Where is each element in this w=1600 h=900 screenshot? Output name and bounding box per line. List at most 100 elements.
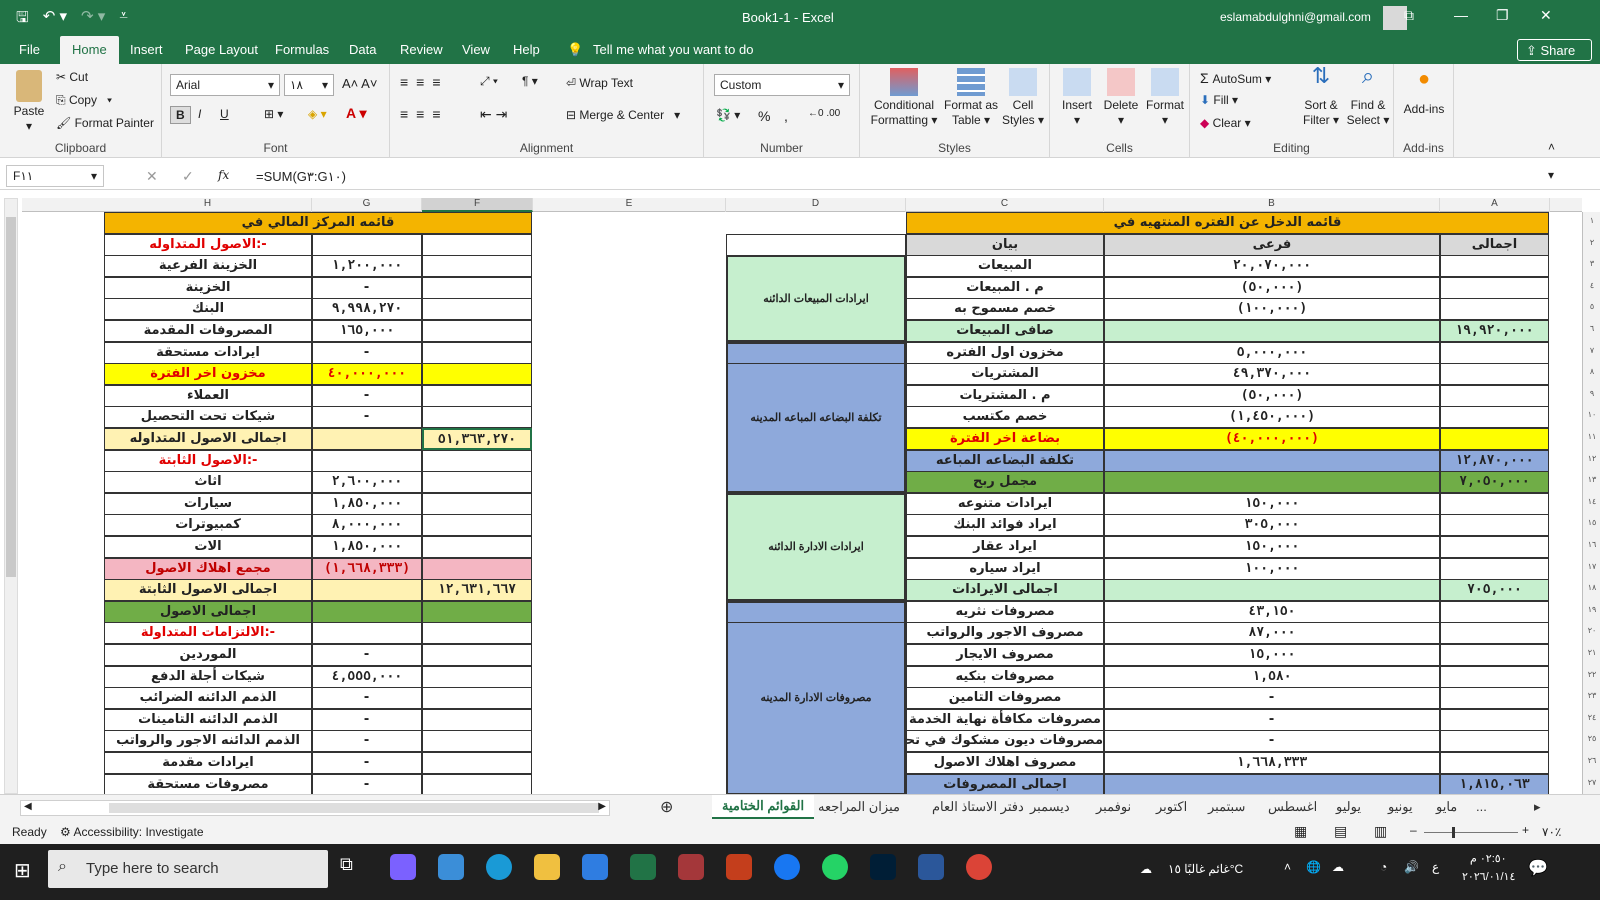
column-header-h[interactable]: H: [104, 198, 312, 212]
empty-cell[interactable]: [726, 600, 906, 623]
balance-item-label[interactable]: اجمالى الاصول: [104, 600, 312, 623]
income-item-total[interactable]: [1440, 752, 1549, 774]
balance-item-label[interactable]: اجمالى الاصول الثابتة: [104, 579, 312, 602]
income-item-label[interactable]: ايرادات متنوعه: [906, 492, 1104, 515]
excel-icon[interactable]: [630, 854, 656, 880]
income-item-sub-value[interactable]: (٥٠,٠٠٠): [1104, 276, 1440, 299]
sheet-tab[interactable]: سبتمبر: [1208, 799, 1245, 815]
wifi-icon[interactable]: ◔: [1380, 860, 1387, 874]
tab-help[interactable]: Help: [513, 42, 540, 57]
balance-item-label[interactable]: -:الالتزامات المتداولة: [104, 622, 312, 645]
income-item-total[interactable]: [1440, 644, 1549, 666]
row-header[interactable]: ١١: [1583, 432, 1600, 441]
balance-item-label[interactable]: ايرادات مقدمة: [104, 752, 312, 774]
balance-item-sub-value[interactable]: ١,٨٥٠,٠٠٠: [312, 492, 422, 515]
sort-filter-button[interactable]: ⇅ Sort & Filter ▾: [1298, 65, 1344, 128]
balance-item-label[interactable]: البنك: [104, 298, 312, 321]
balance-item-label[interactable]: مخزون اخر الفترة: [104, 363, 312, 386]
sheet-tab[interactable]: ديسمبر: [1030, 799, 1070, 815]
income-item-sub-value[interactable]: -: [1104, 687, 1440, 710]
normal-view-icon[interactable]: ▦: [1294, 823, 1307, 840]
ribbon-display-icon[interactable]: ⧉: [1404, 7, 1414, 24]
indent-icons[interactable]: ⇤ ⇥: [480, 106, 507, 123]
balance-item-total[interactable]: [422, 644, 532, 666]
income-item-sub-value[interactable]: (١٠٠,٠٠٠): [1104, 298, 1440, 321]
income-item-total[interactable]: [1440, 600, 1549, 623]
customize-qat-icon[interactable]: ⩡: [119, 7, 127, 32]
balance-item-label[interactable]: مجمع اهلاك الاصول: [104, 557, 312, 580]
network-icon[interactable]: 🌐: [1306, 860, 1321, 874]
empty-cell[interactable]: [726, 341, 906, 364]
income-item-sub-value[interactable]: ١٥٠,٠٠٠: [1104, 492, 1440, 515]
sheet-tab[interactable]: اغسطس: [1268, 799, 1317, 815]
balance-item-total[interactable]: [422, 730, 532, 753]
income-item-sub-value[interactable]: ٢٠,٠٧٠,٠٠٠: [1104, 255, 1440, 278]
balance-item-sub-value[interactable]: ١,٢٠٠,٠٠٠: [312, 255, 422, 278]
add-sheet-icon[interactable]: ⊕: [660, 797, 673, 817]
autosum-button[interactable]: Σ AutoSum ▾: [1200, 70, 1271, 86]
income-item-label[interactable]: صافى المبيعات: [906, 320, 1104, 342]
balance-item-label[interactable]: شيكات تحت التحصيل: [104, 406, 312, 429]
row-header[interactable]: ١٠: [1583, 410, 1600, 419]
income-item-label[interactable]: مصروفات ديون مشكوك في تحصيلها: [906, 730, 1104, 753]
income-item-label[interactable]: ايراد فوائد البنك: [906, 514, 1104, 537]
income-item-total[interactable]: ١٢,٨٧٠,٠٠٠: [1440, 449, 1549, 472]
balance-item-total[interactable]: [422, 233, 532, 256]
clear-button[interactable]: ◆ Clear ▾: [1200, 116, 1251, 130]
expand-formula-icon[interactable]: ▾: [1548, 168, 1554, 182]
row-header[interactable]: ١٤: [1583, 497, 1600, 506]
row-header[interactable]: ١: [1583, 216, 1600, 225]
minimize-icon[interactable]: —: [1454, 7, 1468, 23]
row-header[interactable]: ٩: [1583, 389, 1600, 398]
income-item-sub-value[interactable]: ١,٥٨٠: [1104, 665, 1440, 688]
income-item-label[interactable]: مصروفات بنكيه: [906, 665, 1104, 688]
income-item-label[interactable]: مصروف اهلاك الاصول: [906, 752, 1104, 774]
fill-button[interactable]: ⬇ Fill ▾: [1200, 93, 1238, 107]
number-format-select[interactable]: Custom ▾: [714, 74, 850, 96]
row-header[interactable]: ١٢: [1583, 454, 1600, 463]
horizontal-scrollbar[interactable]: ◀ ▶: [20, 800, 610, 816]
balance-item-sub-value[interactable]: -: [312, 276, 422, 299]
column-header-d[interactable]: D: [726, 198, 906, 212]
income-item-total[interactable]: [1440, 492, 1549, 515]
balance-item-sub-value[interactable]: ٨,٠٠٠,٠٠٠: [312, 514, 422, 537]
zoom-in-icon[interactable]: +: [1522, 823, 1529, 837]
row-header[interactable]: ٦: [1583, 324, 1600, 333]
italic-button[interactable]: I: [198, 107, 201, 121]
grow-font-button[interactable]: A˄ A˅: [342, 76, 377, 91]
tab-data[interactable]: Data: [349, 42, 376, 57]
horizontal-align-icons[interactable]: ≡≡≡: [400, 106, 449, 122]
vertical-align-icons[interactable]: ≡≡≡: [400, 74, 449, 90]
income-item-sub-value[interactable]: ٣٠٥,٠٠٠: [1104, 514, 1440, 537]
row-header[interactable]: ١٣: [1583, 475, 1600, 484]
row-header[interactable]: ٢٤: [1583, 713, 1600, 722]
enter-icon[interactable]: ✓: [182, 168, 194, 185]
balance-item-total[interactable]: [422, 255, 532, 278]
insert-cells-button[interactable]: Insert ▾: [1056, 68, 1098, 128]
row-header[interactable]: ٨: [1583, 367, 1600, 376]
income-item-total[interactable]: ٧,٠٥٠,٠٠٠: [1440, 471, 1549, 494]
account-email[interactable]: eslamabdulghni@gmail.com: [1220, 10, 1371, 24]
balance-item-label[interactable]: -:الاصول المتداوله: [104, 233, 312, 256]
row-header[interactable]: ٢٧: [1583, 778, 1600, 787]
balance-item-label[interactable]: مصروفات مستحقة: [104, 773, 312, 794]
balance-item-sub-value[interactable]: [312, 449, 422, 472]
row-header[interactable]: ٢١: [1583, 648, 1600, 657]
balance-item-sub-value[interactable]: -: [312, 644, 422, 666]
income-item-sub-value[interactable]: (٤٠,٠٠٠,٠٠٠): [1104, 428, 1440, 450]
income-item-sub-value[interactable]: [1104, 773, 1440, 794]
balance-item-label[interactable]: الذمم الدائنه الاجور والرواتب: [104, 730, 312, 753]
income-item-sub-value[interactable]: (٥٠,٠٠٠): [1104, 384, 1440, 407]
file-explorer-icon[interactable]: [534, 854, 560, 880]
balance-item-label[interactable]: الذمم الدائنه الضرائب: [104, 687, 312, 710]
income-item-label[interactable]: المبيعات: [906, 255, 1104, 278]
income-item-total[interactable]: [1440, 622, 1549, 645]
row-header[interactable]: ١٨: [1583, 583, 1600, 592]
underline-button[interactable]: U: [220, 107, 229, 121]
balance-item-sub-value[interactable]: ١٦٥,٠٠٠: [312, 320, 422, 342]
balance-item-sub-value[interactable]: -: [312, 730, 422, 753]
format-as-table-button[interactable]: Format as Table ▾: [944, 68, 998, 128]
decimal-icons[interactable]: ←0 .00: [808, 108, 840, 119]
balance-item-sub-value[interactable]: -: [312, 752, 422, 774]
income-item-label[interactable]: م . المبيعات: [906, 276, 1104, 299]
